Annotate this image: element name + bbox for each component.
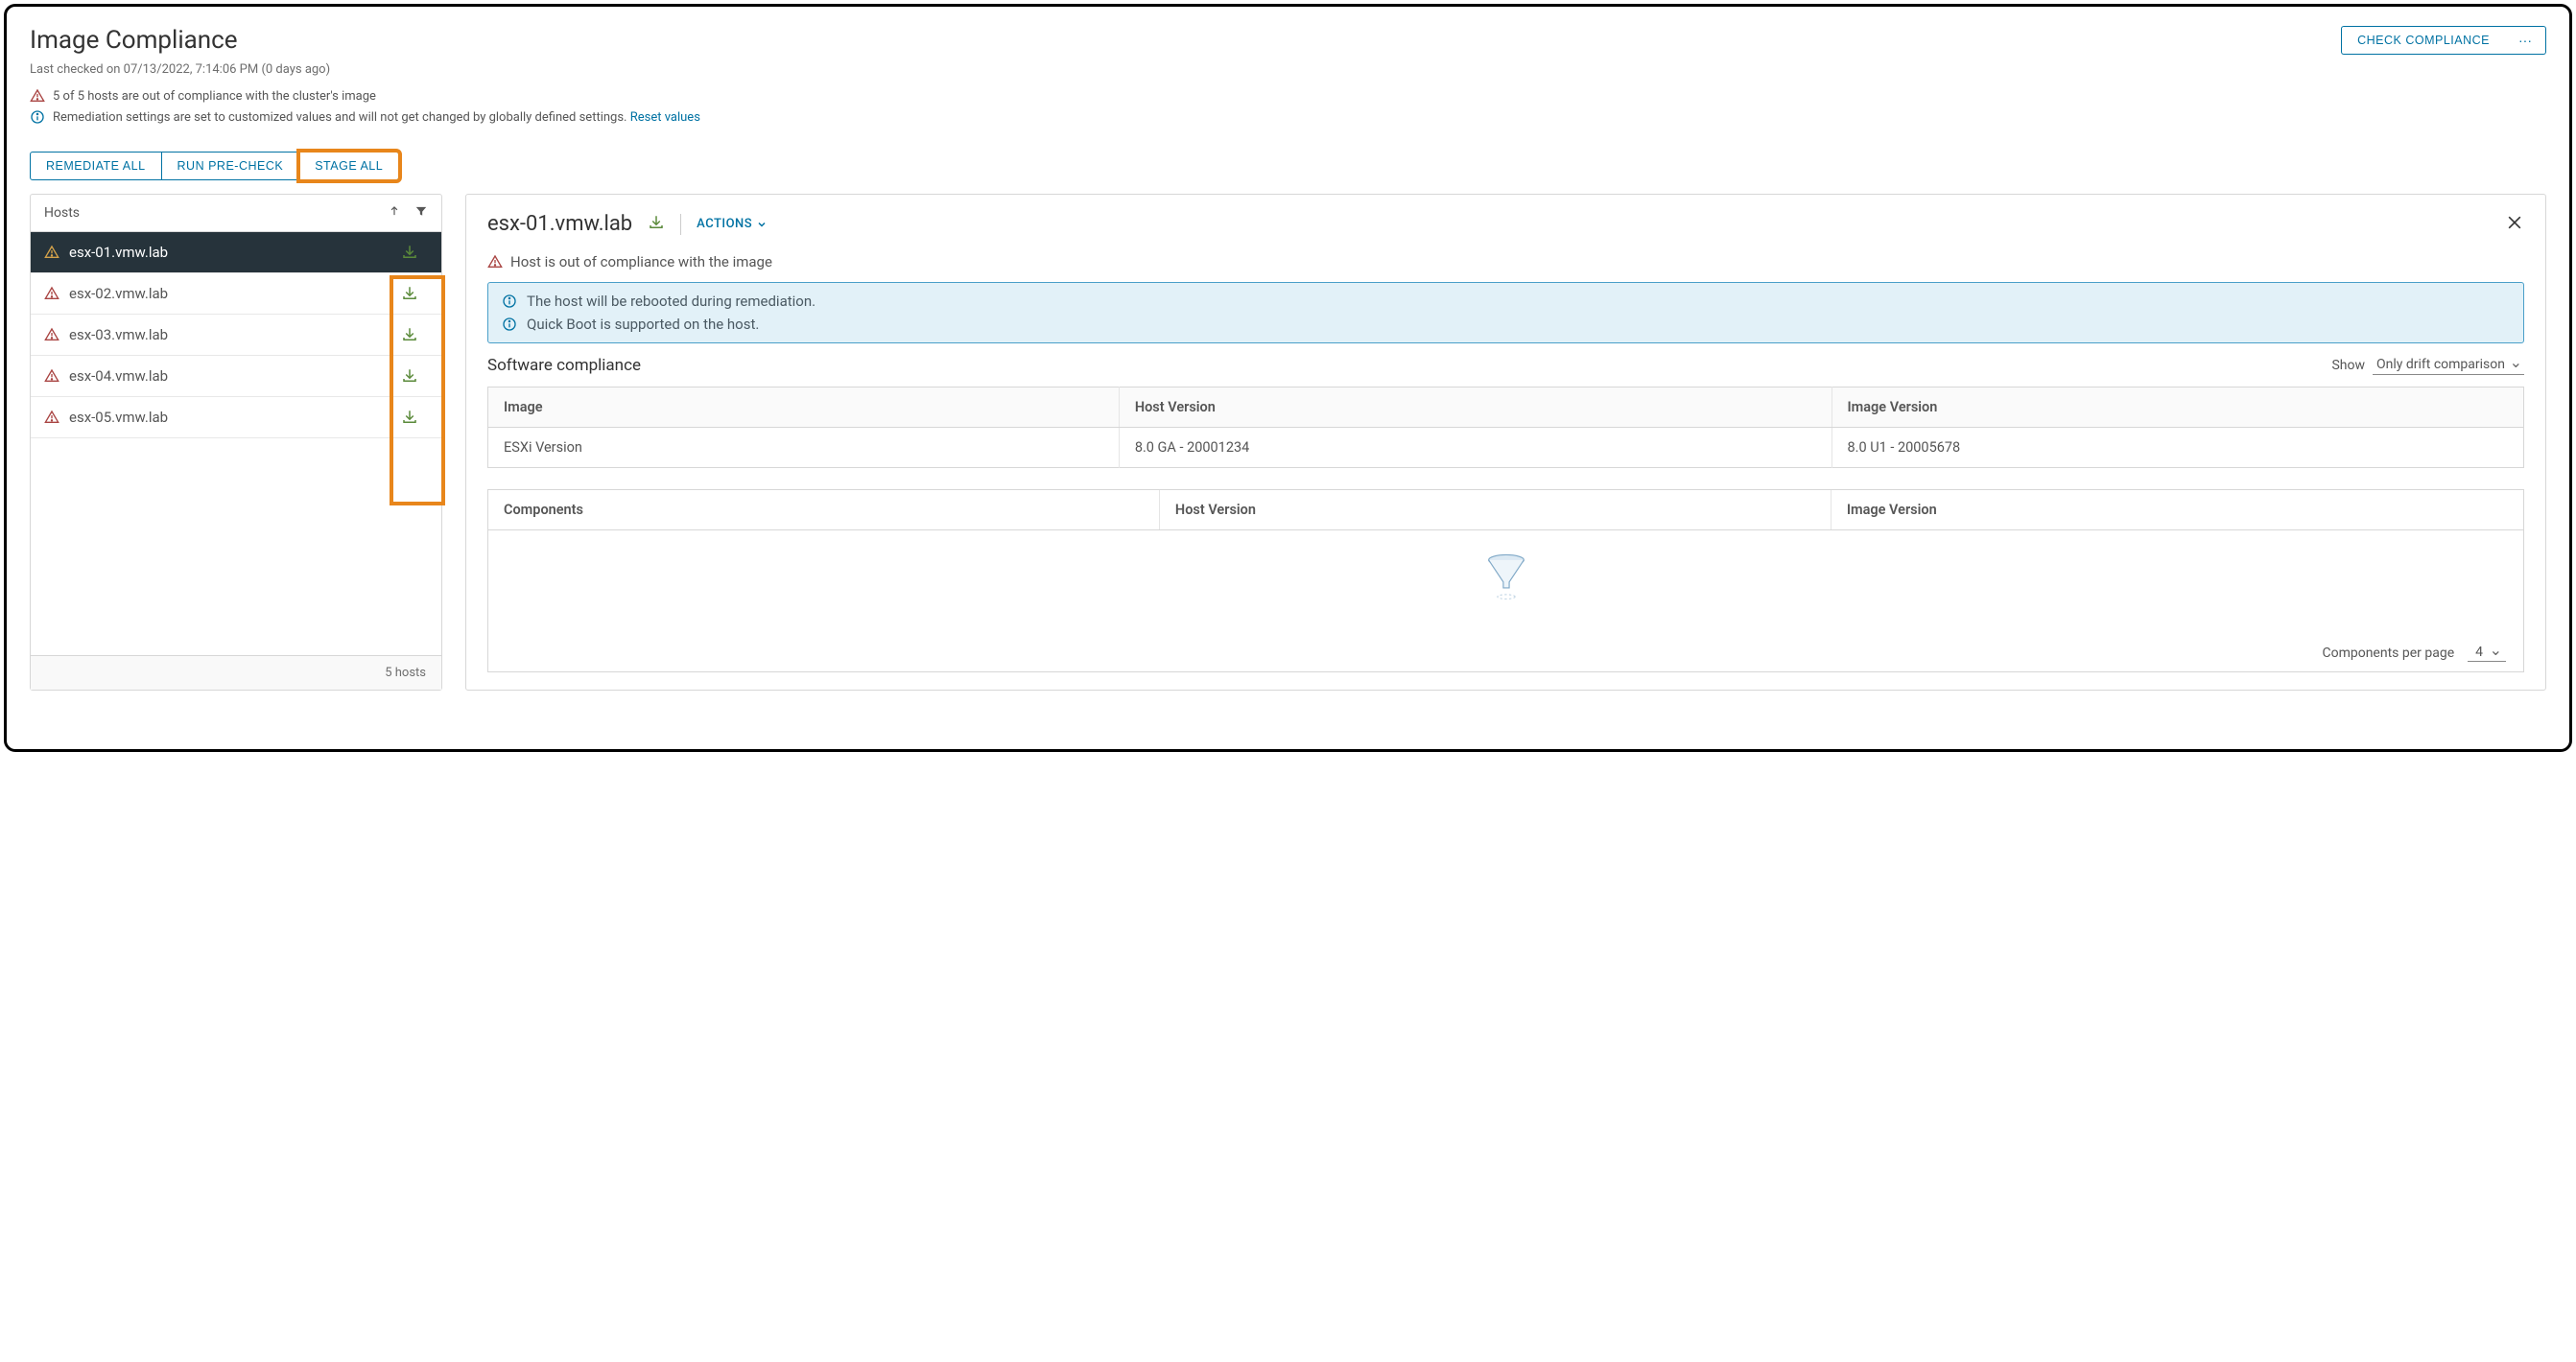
run-precheck-button[interactable]: RUN PRE-CHECK [162, 152, 300, 180]
stage-all-button[interactable]: STAGE ALL [299, 152, 399, 180]
warning-icon [44, 368, 59, 384]
actions-dropdown[interactable]: ACTIONS [697, 217, 768, 231]
show-dropdown[interactable]: Only drift comparison [2373, 355, 2524, 375]
stage-icon[interactable] [391, 409, 428, 426]
more-actions-button[interactable]: ··· [2505, 26, 2546, 55]
sort-icon[interactable] [388, 204, 401, 222]
hosts-panel: Hosts esx-01.vmw.lab [30, 194, 442, 691]
per-page-label: Components per page [2322, 646, 2454, 661]
info-icon [30, 109, 45, 125]
stage-icon[interactable] [648, 214, 665, 235]
host-row[interactable]: esx-01.vmw.lab [31, 232, 441, 273]
td-host-version: 8.0 GA - 20001234 [1119, 428, 1832, 468]
check-compliance-button[interactable]: CHECK COMPLIANCE [2341, 26, 2505, 55]
info-icon [502, 294, 517, 309]
host-detail-title: esx-01.vmw.lab [487, 212, 632, 236]
warning-icon [44, 245, 59, 260]
td-image: ESXi Version [488, 428, 1120, 468]
host-row[interactable]: esx-02.vmw.lab [31, 273, 441, 315]
warning-icon [487, 254, 503, 270]
info-callout: The host will be rebooted during remedia… [487, 282, 2524, 343]
host-name: esx-02.vmw.lab [69, 285, 382, 302]
host-row[interactable]: esx-04.vmw.lab [31, 356, 441, 397]
stage-icon[interactable] [391, 285, 428, 302]
software-compliance-title: Software compliance [487, 356, 641, 375]
host-noncompliant-text: Host is out of compliance with the image [510, 253, 772, 270]
compliance-warning-text: 5 of 5 hosts are out of compliance with … [53, 89, 376, 104]
host-row[interactable]: esx-05.vmw.lab [31, 397, 441, 438]
funnel-icon [1484, 550, 1528, 611]
stage-icon[interactable] [391, 244, 428, 261]
host-detail-panel: esx-01.vmw.lab ACTIONS Host is out of co… [465, 194, 2546, 691]
info-icon [502, 317, 517, 332]
callout-text-1: The host will be rebooted during remedia… [527, 293, 815, 310]
warning-icon [30, 88, 45, 104]
per-page-dropdown[interactable]: 4 [2468, 644, 2506, 662]
th-host-version: Host Version [1160, 490, 1832, 529]
hosts-footer: 5 hosts [31, 655, 441, 690]
th-components: Components [488, 490, 1160, 529]
th-image-version: Image Version [1832, 387, 2524, 428]
host-name: esx-03.vmw.lab [69, 326, 382, 343]
show-label: Show [2331, 358, 2365, 373]
last-checked-text: Last checked on 07/13/2022, 7:14:06 PM (… [30, 62, 700, 77]
th-image: Image [488, 387, 1120, 428]
warning-icon [44, 410, 59, 425]
page-title: Image Compliance [30, 26, 700, 55]
host-name: esx-05.vmw.lab [69, 409, 382, 426]
divider [680, 214, 681, 235]
host-row[interactable]: esx-03.vmw.lab [31, 315, 441, 356]
warning-icon [44, 286, 59, 301]
stage-icon[interactable] [391, 367, 428, 385]
warning-icon [44, 327, 59, 342]
close-icon[interactable] [2505, 213, 2524, 236]
components-section: Components Host Version Image Version Co… [487, 489, 2524, 672]
callout-text-2: Quick Boot is supported on the host. [527, 316, 759, 333]
th-image-version: Image Version [1832, 490, 2523, 529]
th-host-version: Host Version [1119, 387, 1832, 428]
stage-icon[interactable] [391, 326, 428, 343]
host-name: esx-04.vmw.lab [69, 367, 382, 385]
image-compliance-table: Image Host Version Image Version ESXi Ve… [487, 387, 2524, 468]
remediation-settings-text: Remediation settings are set to customiz… [53, 110, 630, 125]
reset-values-link[interactable]: Reset values [630, 110, 700, 125]
table-row: ESXi Version 8.0 GA - 20001234 8.0 U1 - … [488, 428, 2524, 468]
td-image-version: 8.0 U1 - 20005678 [1832, 428, 2524, 468]
remediate-all-button[interactable]: REMEDIATE ALL [30, 152, 162, 180]
hosts-header-label: Hosts [44, 205, 80, 221]
host-name: esx-01.vmw.lab [69, 244, 382, 261]
filter-icon[interactable] [414, 204, 428, 222]
